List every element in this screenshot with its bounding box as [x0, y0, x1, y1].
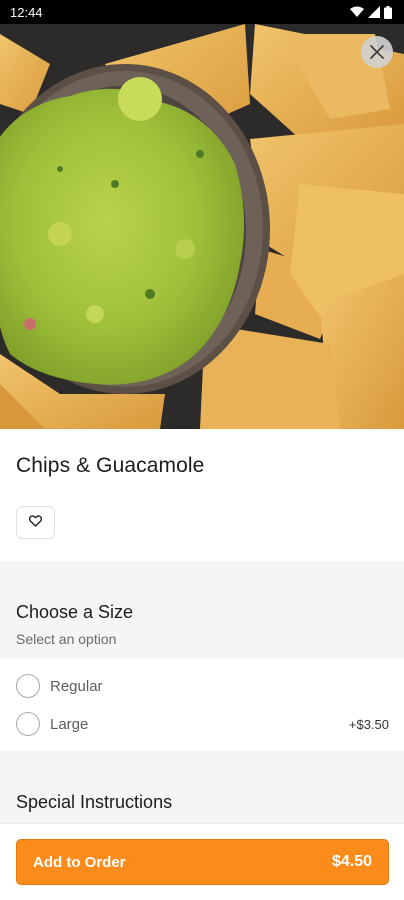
status-time: 12:44 — [10, 4, 43, 20]
size-section-header: Choose a Size Select an option — [0, 561, 404, 659]
add-to-order-button[interactable]: Add to Order $4.50 — [16, 839, 389, 885]
size-options: Regular Large +$3.50 — [0, 659, 404, 751]
size-section-title: Choose a Size — [16, 602, 134, 622]
instructions-section-title: Special Instructions — [16, 792, 173, 812]
radio-button[interactable] — [16, 712, 40, 736]
hero-image — [0, 24, 404, 429]
item-title: Chips & Guacamole — [16, 454, 205, 477]
order-price: $4.50 — [331, 853, 372, 870]
item-header: Chips & Guacamole — [0, 429, 404, 561]
signal-icon — [368, 6, 380, 18]
status-bar: 12:44 — [0, 0, 404, 24]
size-option-large[interactable]: Large +$3.50 — [0, 705, 404, 743]
status-icons — [350, 5, 392, 19]
heart-icon — [28, 514, 43, 532]
close-icon — [370, 45, 384, 59]
radio-button[interactable] — [16, 674, 40, 698]
option-price: +$3.50 — [348, 716, 389, 732]
close-button[interactable] — [361, 36, 393, 68]
battery-icon — [384, 5, 392, 19]
bottom-bar: Add to Order $4.50 — [0, 823, 404, 900]
chips-guacamole-photo — [0, 24, 404, 429]
size-option-regular[interactable]: Regular — [0, 667, 404, 705]
size-section-subtitle: Select an option — [16, 631, 117, 647]
instructions-section-header: Special Instructions — [0, 751, 404, 823]
favorite-button[interactable] — [16, 506, 55, 539]
option-label: Regular — [50, 677, 103, 695]
add-to-order-label: Add to Order — [33, 853, 126, 871]
option-label: Large — [50, 715, 89, 733]
wifi-icon — [350, 6, 364, 18]
